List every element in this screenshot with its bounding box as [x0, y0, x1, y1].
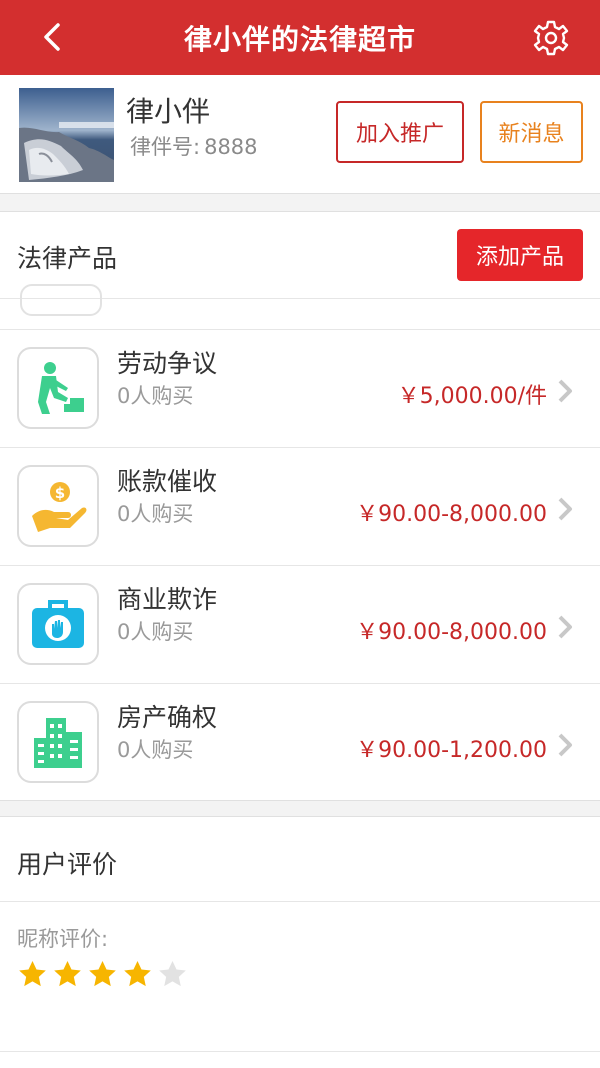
product-sales: 0人购买 — [117, 620, 194, 644]
product-price: ￥90.00-1,200.00 — [356, 738, 547, 763]
product-price: ￥90.00-8,000.00 — [356, 502, 547, 527]
reviewer-label: 昵称评价: — [17, 927, 109, 951]
chevron-right-icon — [558, 497, 572, 521]
profile-id: 律伴号: 8888 — [126, 131, 258, 161]
profile-id-label: 律伴号: — [130, 135, 201, 159]
product-title: 商业欺诈 — [117, 585, 218, 614]
profile-card: 律小伴 律伴号: 8888 加入推广 新消息 — [0, 75, 600, 194]
products-section: 法律产品 添加产品 劳动争议 0人购买 ￥5,000.00/件 $ 账款催收 0… — [0, 211, 600, 801]
page-title: 律小伴的法律超市 — [183, 22, 416, 56]
product-price: ￥5,000.00/件 — [397, 384, 547, 409]
top-bar: 律小伴的法律超市 — [0, 0, 600, 75]
product-sales: 0人购买 — [117, 502, 194, 526]
product-row[interactable]: 商业欺诈 0人购买 ￥90.00-8,000.00 — [0, 565, 600, 684]
star-empty-icon — [159, 960, 186, 987]
product-row[interactable]: 房产确权 0人购买 ￥90.00-1,200.00 — [0, 683, 600, 800]
back-arrow-icon[interactable] — [36, 20, 70, 54]
reviews-section-title: 用户评价 — [17, 850, 118, 879]
buildings-icon — [17, 701, 99, 783]
product-sales: 0人购买 — [117, 384, 194, 408]
product-price: ￥90.00-8,000.00 — [356, 620, 547, 645]
reviews-header: 用户评价 — [0, 817, 600, 902]
profile-name: 律小伴 — [126, 95, 211, 128]
star-filled-icon — [54, 960, 81, 987]
product-row[interactable]: $ 账款催收 0人购买 ￥90.00-8,000.00 — [0, 447, 600, 566]
briefcase-stop-icon — [17, 583, 99, 665]
money-hand-icon: $ — [17, 465, 99, 547]
product-sales: 0人购买 — [117, 738, 194, 762]
svg-text:$: $ — [55, 484, 65, 502]
partial-list-item-icon — [20, 284, 102, 316]
avatar — [19, 88, 114, 182]
product-title: 账款催收 — [117, 467, 218, 496]
star-filled-icon — [19, 960, 46, 987]
star-filled-icon — [89, 960, 116, 987]
star-rating — [17, 959, 188, 990]
join-promotion-button[interactable]: 加入推广 — [336, 101, 464, 163]
product-title: 房产确权 — [117, 703, 218, 732]
gear-icon[interactable] — [532, 19, 570, 57]
chevron-right-icon — [558, 379, 572, 403]
reviews-section: 用户评价 昵称评价: — [0, 816, 600, 1068]
star-filled-icon — [124, 960, 151, 987]
chevron-right-icon — [558, 615, 572, 639]
chevron-right-icon — [558, 733, 572, 757]
profile-id-value: 8888 — [204, 135, 258, 159]
product-row[interactable]: 劳动争议 0人购买 ￥5,000.00/件 — [0, 329, 600, 448]
worker-icon — [17, 347, 99, 429]
new-messages-button[interactable]: 新消息 — [480, 101, 583, 163]
divider — [0, 1051, 600, 1052]
add-product-button[interactable]: 添加产品 — [457, 229, 583, 281]
products-section-title: 法律产品 — [17, 244, 118, 273]
product-title: 劳动争议 — [117, 349, 218, 378]
